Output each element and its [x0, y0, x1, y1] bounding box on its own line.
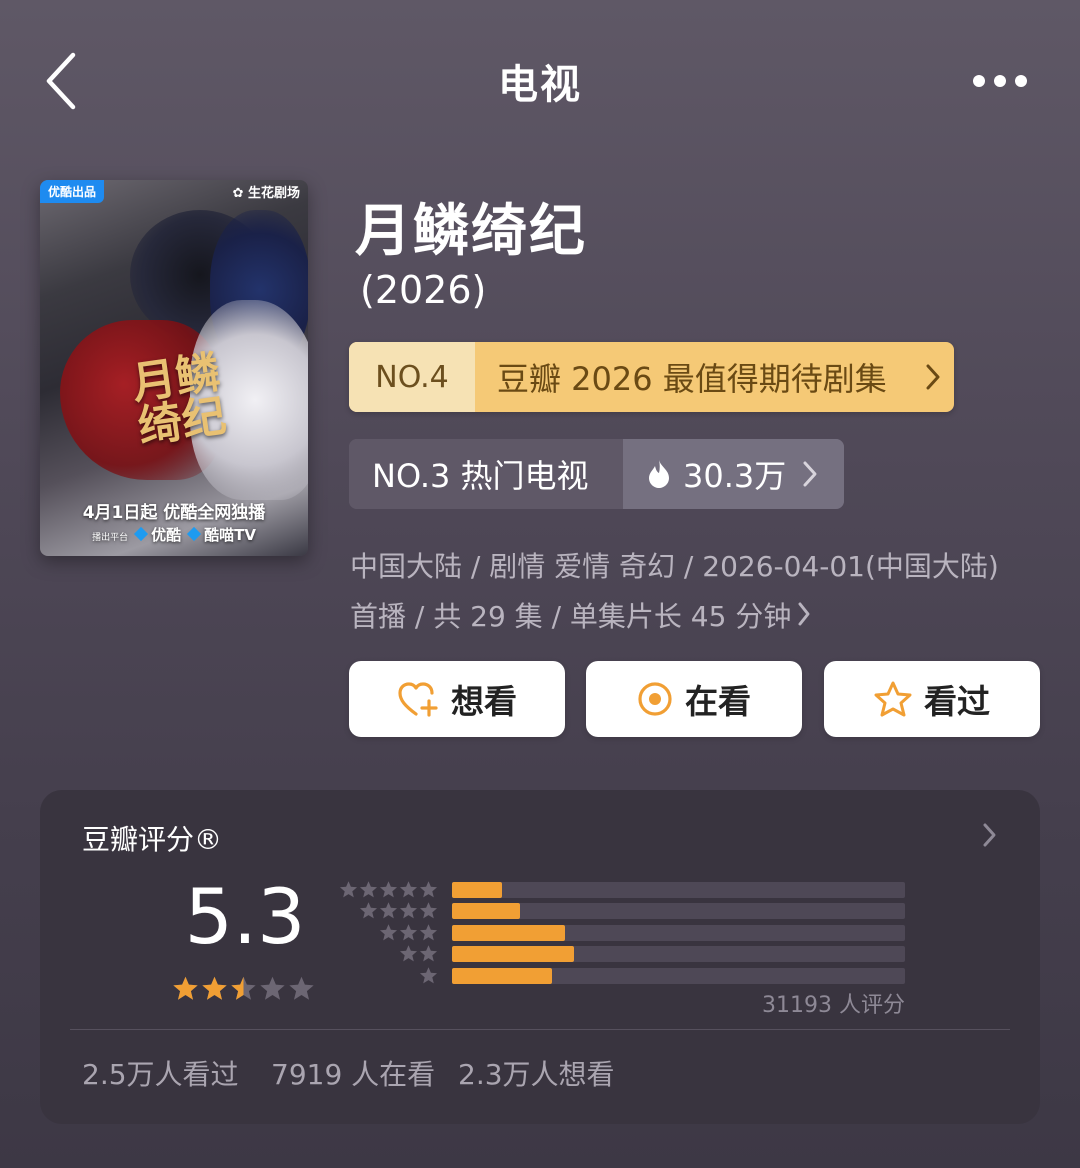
- star-small-icon: [339, 880, 358, 903]
- distribution-stars-3: [340, 923, 438, 946]
- distribution-stars-1: [340, 966, 438, 989]
- poster-badge-right: ✿ 生花剧场: [232, 186, 300, 201]
- distribution-stars-4: [340, 901, 438, 924]
- heat-value: 30.3万: [683, 457, 787, 495]
- star-filled-icon: [172, 975, 199, 1006]
- distribution-bar-track-2: [452, 946, 905, 962]
- want-to-watch-button[interactable]: 想看: [349, 661, 565, 737]
- star-filled-icon: [201, 975, 228, 1006]
- poster-release-line: 4月1日起 优酷全网独播: [82, 503, 266, 523]
- star-empty-icon: [288, 975, 315, 1006]
- distribution-bar-fill-4: [452, 903, 520, 919]
- meta-line-2: 首播 / 共 29 集 / 单集片长 45 分钟: [350, 600, 792, 633]
- poster-platforms: 播出平台 优酷 酷喵TV: [40, 524, 308, 545]
- star-small-icon: [419, 901, 438, 924]
- poster-title-art: 月鳞绮纪: [128, 346, 230, 454]
- poster-platform-1: 优酷: [151, 526, 182, 544]
- flame-icon: [647, 459, 671, 489]
- want-label: 想看: [451, 682, 517, 721]
- distribution-bar-track-3: [452, 925, 905, 941]
- star-small-icon: [419, 944, 438, 967]
- platform-logo-icon: [187, 526, 202, 542]
- star-small-icon: [379, 923, 398, 946]
- heat-count: 30.3万: [623, 439, 844, 509]
- star-small-icon: [399, 880, 418, 903]
- stat-watched: 2.5万人看过: [82, 1058, 239, 1091]
- platform-logo-icon: [134, 526, 149, 542]
- distribution-bar-fill-1: [452, 968, 552, 984]
- show-meta[interactable]: 中国大陆 / 剧情 爱情 奇幻 / 2026-04-01(中国大陆) 首播 / …: [350, 542, 1050, 643]
- star-small-icon: [419, 966, 438, 989]
- show-title: 月鳞绮纪: [355, 199, 587, 264]
- chevron-right-icon: [802, 460, 818, 488]
- watched-button[interactable]: 看过: [824, 661, 1040, 737]
- star-small-icon: [419, 923, 438, 946]
- rating-title: 豆瓣评分®: [82, 823, 223, 856]
- distribution-bar-fill-2: [452, 946, 575, 962]
- heart-plus-icon: [397, 681, 439, 717]
- star-small-icon: [399, 901, 418, 924]
- poster-platform-2: 酷喵TV: [204, 526, 256, 544]
- chevron-right-icon[interactable]: [982, 822, 998, 852]
- more-dots-icon: [973, 75, 1027, 87]
- meta-line-2-wrap: 首播 / 共 29 集 / 单集片长 45 分钟: [350, 592, 1050, 643]
- distribution-bar-track-5: [452, 882, 905, 898]
- watched-label: 看过: [924, 682, 990, 721]
- distribution-stars-5: [339, 880, 438, 903]
- hot-rank-badge[interactable]: NO.3 热门电视 30.3万: [349, 439, 844, 509]
- score-stars: [172, 975, 315, 1006]
- star-small-icon: [399, 923, 418, 946]
- poster-badge-left: 优酷出品: [40, 180, 105, 203]
- stat-watching: 7919 人在看: [271, 1058, 436, 1091]
- meta-line-1: 中国大陆 / 剧情 爱情 奇幻 / 2026-04-01(中国大陆): [350, 550, 999, 583]
- anticipated-rank-number: NO.4: [349, 342, 475, 412]
- show-year: (2026): [360, 268, 487, 312]
- poster-platform-prefix: 播出平台: [92, 533, 129, 543]
- star-small-icon: [379, 880, 398, 903]
- target-icon: [637, 681, 673, 717]
- vote-count: 31193 人评分: [762, 993, 905, 1018]
- chevron-right-icon: [912, 342, 954, 412]
- star-outline-icon: [874, 681, 912, 717]
- star-half-icon: [230, 975, 257, 1006]
- poster-image[interactable]: 优酷出品 ✿ 生花剧场 月鳞绮纪 4月1日起 优酷全网独播 播出平台 优酷 酷喵TV: [40, 180, 308, 556]
- hot-rank-label: NO.3 热门电视: [349, 439, 623, 509]
- distribution-bar-track-1: [452, 968, 905, 984]
- poster-badge-right-text: 生花剧场: [247, 186, 300, 201]
- star-empty-icon: [259, 975, 286, 1006]
- distribution-bar-fill-3: [452, 925, 566, 941]
- chevron-right-icon: [797, 593, 811, 643]
- divider: [70, 1029, 1010, 1030]
- distribution-bar-fill-5: [452, 882, 502, 898]
- more-button[interactable]: [960, 58, 1040, 104]
- anticipated-rank-badge[interactable]: NO.4 豆瓣 2026 最值得期待剧集: [349, 342, 954, 412]
- star-small-icon: [419, 880, 438, 903]
- stat-want: 2.3万人想看: [458, 1058, 615, 1091]
- star-small-icon: [379, 901, 398, 924]
- distribution-stars-2: [340, 944, 438, 967]
- star-small-icon: [399, 944, 418, 967]
- star-small-icon: [359, 880, 378, 903]
- star-small-icon: [359, 901, 378, 924]
- page-title: 电视: [498, 62, 582, 108]
- rating-score: 5.3: [184, 872, 306, 961]
- watching-label: 在看: [685, 682, 751, 721]
- watching-button[interactable]: 在看: [586, 661, 802, 737]
- anticipated-rank-label: 豆瓣 2026 最值得期待剧集: [497, 360, 887, 398]
- distribution-bar-track-4: [452, 903, 905, 919]
